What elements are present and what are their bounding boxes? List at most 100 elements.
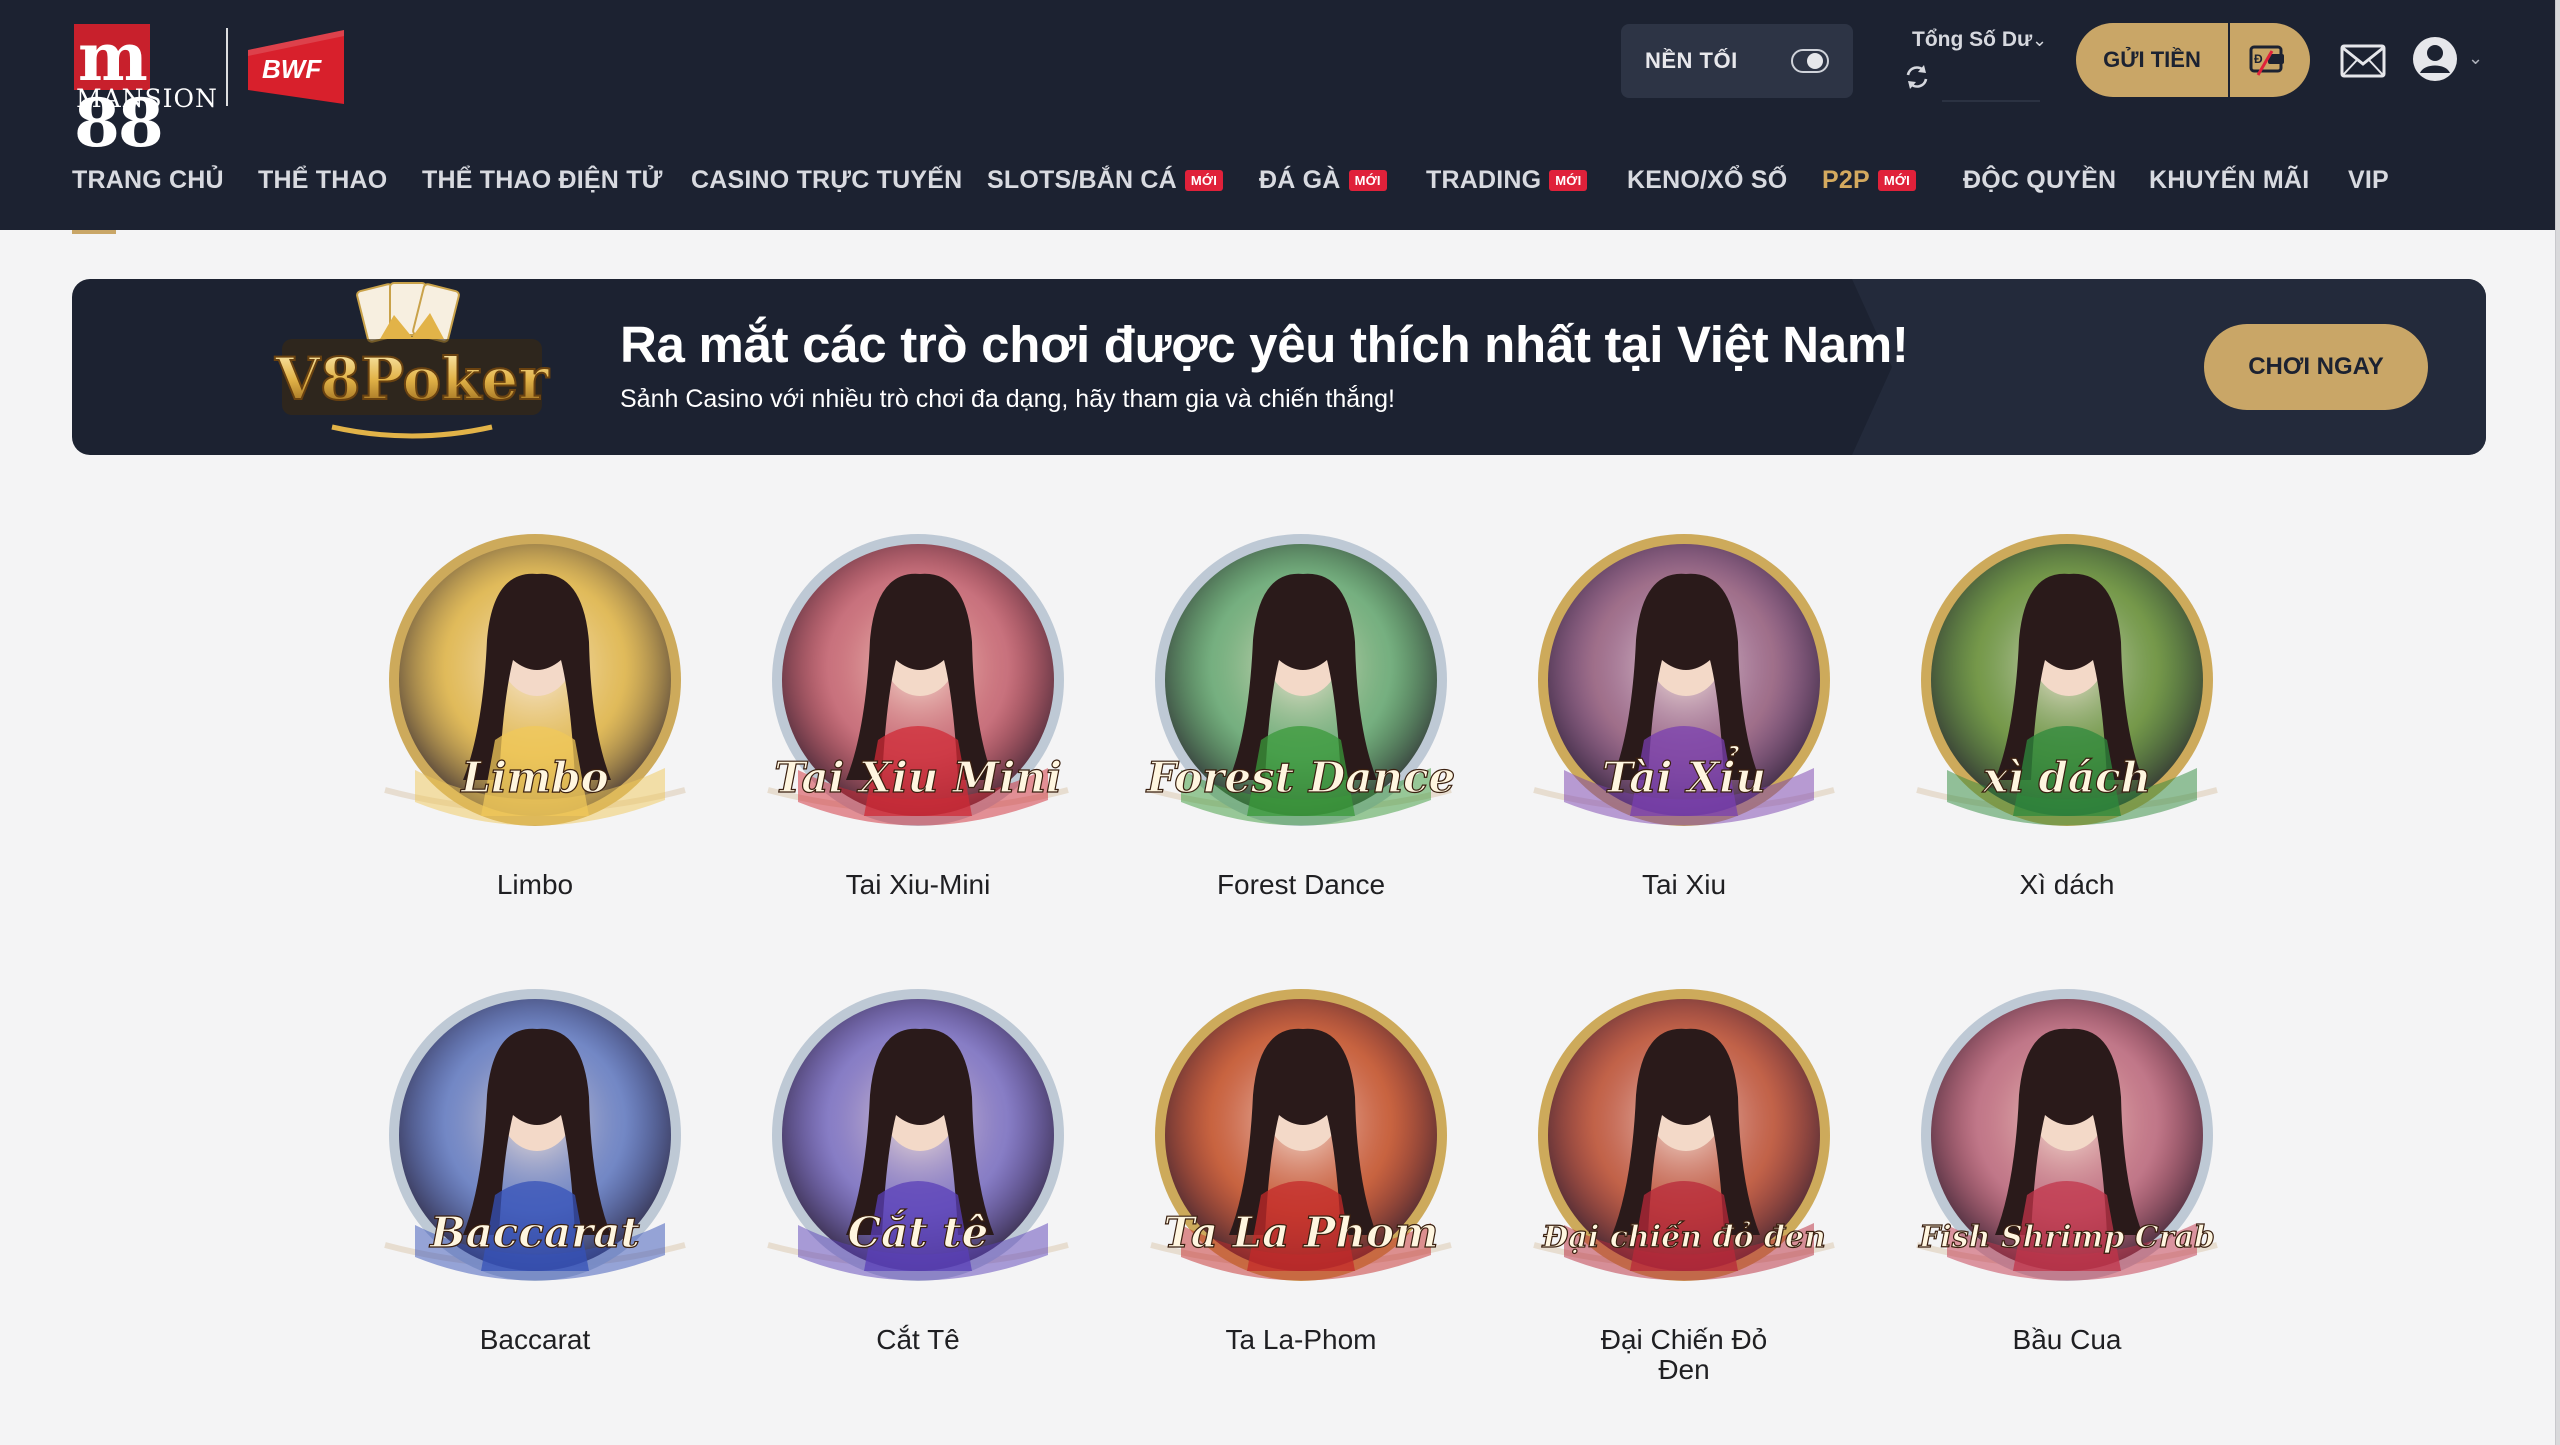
balance-widget[interactable]: Tổng Số Dư ⌄ bbox=[1902, 22, 2052, 102]
bwf-logo: BWF bbox=[248, 30, 344, 104]
chevron-down-icon[interactable]: ⌄ bbox=[2032, 30, 2047, 51]
game-tile[interactable]: Cắt tê Cắt Tê bbox=[758, 985, 1078, 1405]
game-tile[interactable]: Đại chiến đỏ đen Đại Chiến Đỏ Đen bbox=[1524, 985, 1844, 1405]
game-name[interactable]: Limbo bbox=[375, 870, 695, 900]
deposit-button[interactable]: GỬI TIỀN Đ bbox=[2076, 23, 2310, 97]
game-artwork[interactable]: Tài Xỉu bbox=[1524, 530, 1844, 850]
game-artwork-title: Fish Shrimp Crab bbox=[1918, 1220, 2215, 1255]
m88-mansion-logo[interactable]: m88 MANSION bbox=[74, 24, 217, 156]
nav-doc-quyen[interactable]: ĐỘC QUYỀN bbox=[1963, 166, 2116, 195]
game-tile[interactable]: Fish Shrimp Crab Bầu Cua bbox=[1907, 985, 2227, 1405]
m88-m-box: m bbox=[74, 24, 150, 90]
v8-poker-logo-text: V8Poker bbox=[274, 345, 550, 413]
game-artwork-title: Ta La Phom bbox=[1163, 1208, 1438, 1257]
nav-the-thao-dien-tu[interactable]: THỂ THAO ĐIỆN TỬ bbox=[422, 166, 663, 195]
nav-label: THỂ THAO bbox=[258, 166, 388, 194]
game-artwork-title: xì dách bbox=[1982, 753, 2151, 802]
game-artwork[interactable]: Fish Shrimp Crab bbox=[1907, 985, 2227, 1305]
game-name[interactable]: Cắt Tê bbox=[758, 1325, 1078, 1355]
game-tile[interactable]: Limbo Limbo bbox=[375, 530, 695, 950]
game-name[interactable]: Baccarat bbox=[375, 1325, 695, 1355]
refresh-icon[interactable] bbox=[1902, 62, 1932, 92]
nav-label: CASINO TRỰC TUYẾN bbox=[691, 166, 963, 194]
main-nav: TRANG CHỦ THỂ THAO THỂ THAO ĐIỆN TỬ CASI… bbox=[0, 150, 2555, 220]
nav-label: THỂ THAO ĐIỆN TỬ bbox=[422, 166, 663, 194]
banner-headline: Ra mắt các trò chơi được yêu thích nhất … bbox=[620, 316, 1909, 373]
nav-trang-chu[interactable]: TRANG CHỦ bbox=[72, 166, 224, 195]
nav-label: P2P bbox=[1822, 166, 1870, 194]
new-badge: MỚI bbox=[1877, 170, 1916, 191]
wallet-icon[interactable]: Đ bbox=[2248, 41, 2288, 79]
deposit-separator bbox=[2228, 23, 2230, 97]
dark-mode-switch[interactable] bbox=[1791, 49, 1829, 73]
game-tile[interactable]: Ta La Phom Ta La-Phom bbox=[1141, 985, 1461, 1405]
active-nav-underline bbox=[72, 230, 116, 234]
game-artwork[interactable]: Ta La Phom bbox=[1141, 985, 1461, 1305]
nav-p2p[interactable]: P2P MỚI bbox=[1822, 166, 1916, 195]
logo-divider bbox=[226, 28, 228, 106]
nav-vip[interactable]: VIP bbox=[2348, 166, 2389, 195]
game-tile[interactable]: Baccarat Baccarat bbox=[375, 985, 695, 1405]
nav-keno[interactable]: KENO/XỔ SỐ bbox=[1627, 166, 1787, 195]
game-artwork-title: Cắt tê bbox=[848, 1208, 989, 1257]
nav-the-thao[interactable]: THỂ THAO bbox=[258, 166, 387, 195]
game-name[interactable]: Đại Chiến Đỏ Đen bbox=[1599, 1325, 1769, 1385]
game-artwork-title: Đại chiến đỏ đen bbox=[1541, 1220, 1826, 1255]
balance-label: Tổng Số Dư bbox=[1912, 28, 2033, 51]
top-header: m88 MANSION BWF NỀN TỐI Tổng Số Dư ⌄ GỬI… bbox=[0, 0, 2555, 230]
nav-label: ĐÁ GÀ bbox=[1259, 166, 1341, 194]
bwf-logo-text: BWF bbox=[262, 54, 322, 84]
nav-label: ĐỘC QUYỀN bbox=[1963, 166, 2117, 194]
user-chevron-down-icon[interactable]: ⌄ bbox=[2468, 48, 2483, 69]
game-name[interactable]: Ta La-Phom bbox=[1141, 1325, 1461, 1355]
game-artwork[interactable]: Cắt tê bbox=[758, 985, 1078, 1305]
nav-label: KENO/XỔ SỐ bbox=[1627, 166, 1788, 194]
user-account-icon[interactable] bbox=[2412, 36, 2458, 82]
game-artwork-title: Forest Dance bbox=[1146, 753, 1456, 802]
nav-label: VIP bbox=[2348, 166, 2389, 194]
game-artwork-title: Baccarat bbox=[429, 1208, 640, 1257]
new-badge: MỚI bbox=[1348, 170, 1387, 191]
game-tile[interactable]: Tài Xỉu Tai Xiu bbox=[1524, 530, 1844, 950]
page: m88 MANSION BWF NỀN TỐI Tổng Số Dư ⌄ GỬI… bbox=[0, 0, 2556, 1445]
game-artwork[interactable]: Baccarat bbox=[375, 985, 695, 1305]
promo-banner[interactable]: V8Poker Ra mắt các trò chơi được yêu thí… bbox=[72, 279, 2486, 455]
game-artwork-title: Tai Xiu Mini bbox=[774, 753, 1062, 802]
mail-icon[interactable] bbox=[2340, 44, 2386, 78]
v8-poker-logo: V8Poker bbox=[273, 282, 551, 439]
nav-label: TRADING bbox=[1426, 166, 1542, 194]
nav-label: KHUYẾN MÃI bbox=[2149, 166, 2310, 194]
nav-casino[interactable]: CASINO TRỰC TUYẾN bbox=[691, 166, 962, 195]
game-name[interactable]: Tai Xiu-Mini bbox=[758, 870, 1078, 900]
nav-da-ga[interactable]: ĐÁ GÀ MỚI bbox=[1259, 166, 1387, 195]
nav-label: TRANG CHỦ bbox=[72, 166, 224, 194]
game-artwork[interactable]: Tai Xiu Mini bbox=[758, 530, 1078, 850]
game-artwork[interactable]: xì dách bbox=[1907, 530, 2227, 850]
new-badge: MỚI bbox=[1184, 170, 1224, 191]
nav-trading[interactable]: TRADING MỚI bbox=[1426, 166, 1588, 195]
game-name[interactable]: Forest Dance bbox=[1141, 870, 1461, 900]
banner-subline: Sảnh Casino với nhiều trò chơi đa dạng, … bbox=[620, 385, 1395, 413]
svg-text:Đ: Đ bbox=[2254, 52, 2263, 66]
game-name[interactable]: Bầu Cua bbox=[1907, 1325, 2227, 1355]
dark-mode-label: NỀN TỐI bbox=[1645, 48, 1738, 73]
dark-mode-toggle[interactable]: NỀN TỐI bbox=[1621, 24, 1853, 98]
game-tile[interactable]: Forest Dance Forest Dance bbox=[1141, 530, 1461, 950]
game-artwork-title: Limbo bbox=[460, 753, 608, 802]
play-now-button[interactable]: CHƠI NGAY bbox=[2204, 324, 2428, 410]
game-name[interactable]: Xì dách bbox=[1907, 870, 2227, 900]
nav-khuyen-mai[interactable]: KHUYẾN MÃI bbox=[2149, 166, 2309, 195]
mansion-text: MANSION bbox=[76, 84, 218, 113]
nav-slots[interactable]: SLOTS/BẮN CÁ MỚI bbox=[987, 166, 1224, 195]
game-name[interactable]: Tai Xiu bbox=[1524, 870, 1844, 900]
game-artwork[interactable]: Đại chiến đỏ đen bbox=[1524, 985, 1844, 1305]
game-artwork-title: Tài Xỉu bbox=[1602, 744, 1766, 802]
game-artwork[interactable]: Limbo bbox=[375, 530, 695, 850]
new-badge: MỚI bbox=[1549, 170, 1588, 191]
deposit-label: GỬI TIỀN bbox=[2103, 47, 2201, 72]
game-tile[interactable]: Tai Xiu Mini Tai Xiu-Mini bbox=[758, 530, 1078, 950]
game-tile[interactable]: xì dách Xì dách bbox=[1907, 530, 2227, 950]
balance-amount-line bbox=[1942, 100, 2040, 102]
game-artwork[interactable]: Forest Dance bbox=[1141, 530, 1461, 850]
nav-label: SLOTS/BẮN CÁ bbox=[987, 166, 1177, 194]
